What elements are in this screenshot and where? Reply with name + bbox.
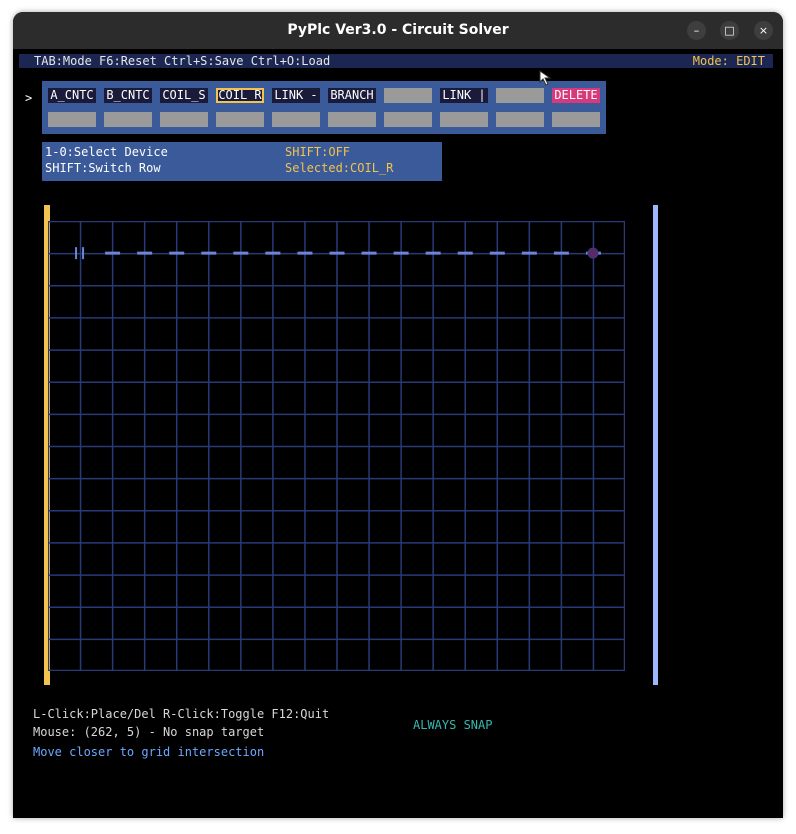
link-segment [169,251,185,255]
palette-slot-empty[interactable] [328,112,376,127]
palette-slot-empty[interactable] [496,88,544,103]
link-segment [201,251,217,255]
app-window: PyPlc Ver3.0 - Circuit Solver – □ × TAB:… [13,12,783,818]
link-segment [425,251,441,255]
link-segment [393,251,409,255]
switch-row-hint: SHIFT:Switch Row [45,161,161,175]
palette-slot-empty[interactable] [552,112,600,127]
contact-bar [75,247,78,260]
link-segment [489,251,505,255]
controls-hint: L-Click:Place/Del R-Click:Toggle F12:Qui… [33,707,330,721]
palette-slot-b-cntc[interactable]: B_CNTC [104,88,152,103]
contact-bar [82,247,85,260]
palette-slot-coil-r[interactable]: COIL_R [216,88,264,103]
palette-slot-link[interactable]: LINK - [272,88,320,103]
close-button[interactable]: × [754,21,773,40]
mouse-cursor-icon [539,70,552,86]
shift-status: SHIFT:OFF [285,145,351,159]
link-segment [137,251,153,255]
mode-indicator: Mode: EDIT [692,54,765,68]
window-title: PyPlc Ver3.0 - Circuit Solver [287,22,509,38]
palette-slot-empty[interactable] [496,112,544,127]
info-panel: 1-0:Select Device SHIFT:Switch Row SHIFT… [42,142,442,181]
title-bar[interactable]: PyPlc Ver3.0 - Circuit Solver – □ × [13,12,783,49]
shortcut-hint: TAB:Mode F6:Reset Ctrl+S:Save Ctrl+O:Loa… [34,54,331,68]
link-segment [361,251,377,255]
snap-mode: ALWAYS SNAP [413,718,493,732]
active-row-indicator: > [25,91,33,105]
palette-slot-branch[interactable]: BRANCH [328,88,376,103]
selected-device: Selected:COIL_R [285,161,394,175]
palette-slot-empty[interactable] [216,112,264,127]
link-segment [457,251,473,255]
palette-slot-link[interactable]: LINK | [440,88,488,103]
app-canvas[interactable]: TAB:Mode F6:Reset Ctrl+S:Save Ctrl+O:Loa… [13,49,783,818]
shortcut-bar: TAB:Mode F6:Reset Ctrl+S:Save Ctrl+O:Loa… [19,54,773,68]
palette-slot-empty[interactable] [160,112,208,127]
link-segment [521,251,537,255]
link-segment [233,251,249,255]
link-segment [329,251,345,255]
mouse-position: Mouse: (262, 5) - No snap target [33,725,265,739]
palette-slot-delete[interactable]: DELETE [552,88,600,103]
device-palette: A_CNTC B_CNTC COIL_S COIL_R LINK - BRANCH LINK… [42,81,606,134]
palette-slot-empty[interactable] [384,88,432,103]
link-segment [265,251,281,255]
link-segment [105,251,121,255]
palette-slot-coil-s[interactable]: COIL_S [160,88,208,103]
snap-node-marker [587,247,599,259]
link-segment [553,251,569,255]
maximize-button[interactable]: □ [720,21,739,40]
palette-slot-a-cntc[interactable]: A_CNTC [48,88,96,103]
palette-slot-empty[interactable] [440,112,488,127]
palette-slot-empty[interactable] [48,112,96,127]
ladder-grid[interactable] [48,221,625,671]
snap-advice: Move closer to grid intersection [33,745,265,759]
minimize-button[interactable]: – [687,21,706,40]
right-power-rail [653,205,658,685]
link-segment [297,251,313,255]
palette-slot-empty[interactable] [272,112,320,127]
select-device-hint: 1-0:Select Device [45,145,168,159]
palette-slot-empty[interactable] [104,112,152,127]
palette-slot-empty[interactable] [384,112,432,127]
